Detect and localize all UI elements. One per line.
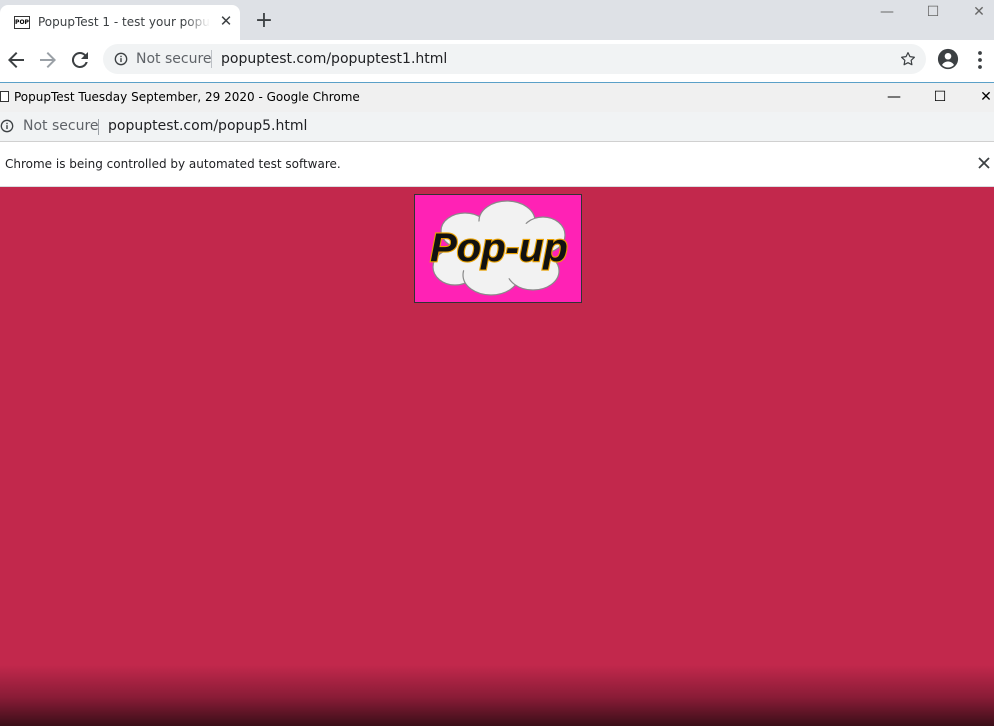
- logo-text: Pop-up: [430, 226, 568, 270]
- infobar-message: Chrome is being controlled by automated …: [5, 157, 341, 171]
- url-text[interactable]: popuptest.com/popuptest1.html: [221, 51, 447, 67]
- popup-security-label[interactable]: Not secure: [23, 118, 99, 134]
- reload-icon[interactable]: [68, 48, 92, 72]
- new-tab-button[interactable]: +: [254, 10, 274, 32]
- omnibox-divider: [211, 50, 212, 68]
- tab-active[interactable]: POP PopupTest 1 - test your popup killer…: [0, 5, 240, 40]
- forward-icon[interactable]: [36, 48, 60, 72]
- maximize-button[interactable]: ☐: [910, 2, 956, 24]
- popup-maximize-button[interactable]: ☐: [920, 87, 960, 109]
- security-label[interactable]: Not secure: [136, 51, 212, 67]
- info-icon[interactable]: [0, 119, 14, 133]
- tab-strip: POP PopupTest 1 - test your popup killer…: [0, 0, 994, 40]
- omnibox[interactable]: Not secure popuptest.com/popuptest1.html: [103, 44, 926, 74]
- popup-address-divider: [98, 119, 99, 135]
- profile-icon[interactable]: [937, 48, 959, 70]
- star-icon[interactable]: [899, 50, 917, 68]
- kebab-menu-icon[interactable]: [976, 49, 984, 71]
- popup-address-bar[interactable]: Not secure popuptest.com/popup5.html: [0, 112, 994, 142]
- info-icon[interactable]: [114, 52, 128, 66]
- popup-favicon-icon: [0, 91, 9, 102]
- tab-title: PopupTest 1 - test your popup killer: [38, 15, 210, 29]
- popup-titlebar[interactable]: PopupTest Tuesday September, 29 2020 - G…: [0, 83, 994, 112]
- cloud-logo-image: Pop-up: [429, 200, 569, 296]
- popup-window-title: PopupTest Tuesday September, 29 2020 - G…: [14, 90, 360, 104]
- close-window-button[interactable]: ✕: [956, 2, 994, 24]
- tab-favicon: POP: [14, 16, 30, 29]
- popup-close-button[interactable]: ✕: [966, 87, 994, 109]
- close-icon[interactable]: [976, 155, 992, 171]
- back-icon[interactable]: [4, 48, 28, 72]
- popup-url-text[interactable]: popuptest.com/popup5.html: [108, 118, 307, 134]
- popup-minimize-button[interactable]: —: [874, 87, 914, 109]
- tab-close-icon[interactable]: ✕: [217, 12, 235, 30]
- automation-infobar: Chrome is being controlled by automated …: [0, 142, 994, 187]
- browser-toolbar: Not secure popuptest.com/popuptest1.html: [0, 40, 994, 80]
- popup-page-content: Pop-up: [0, 187, 994, 726]
- minimize-button[interactable]: —: [864, 2, 910, 24]
- popup-logo: Pop-up: [414, 194, 582, 303]
